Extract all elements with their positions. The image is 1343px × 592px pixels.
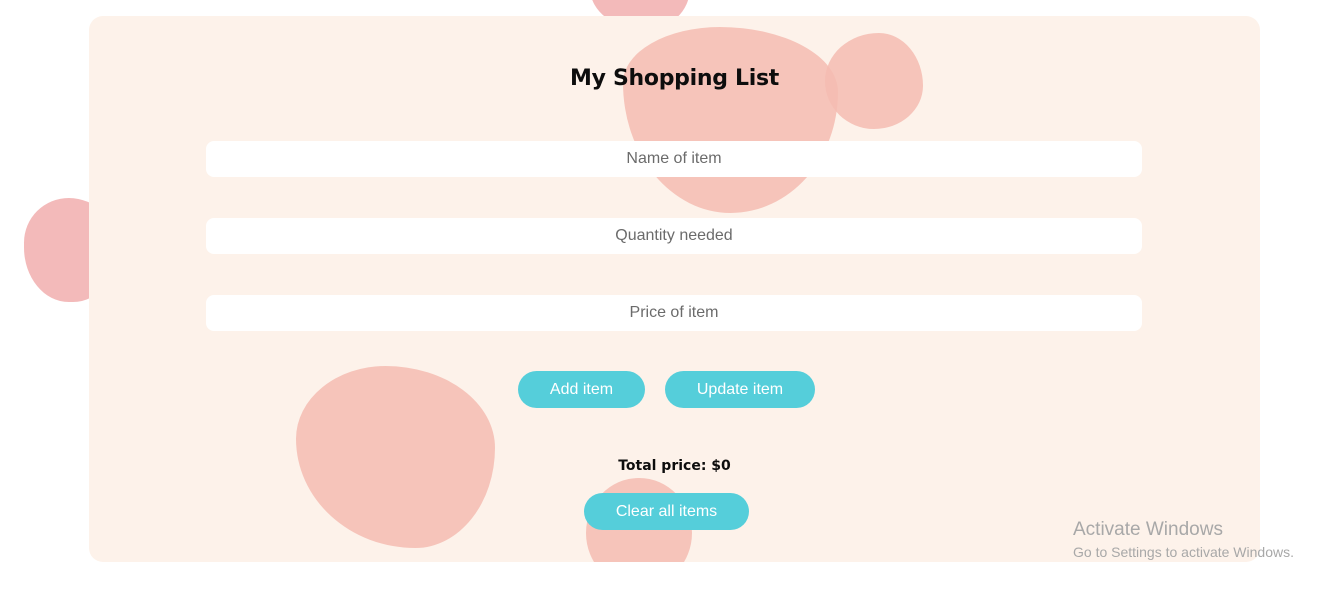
quantity-input[interactable]	[206, 218, 1142, 254]
watermark-title: Activate Windows	[1073, 519, 1223, 540]
windows-activation-watermark: Activate Windows Go to Settings to activ…	[1073, 519, 1294, 560]
shopping-list-card: My Shopping List Add item Update item To…	[89, 16, 1260, 562]
total-price-label: Total price: $0	[618, 458, 731, 474]
clear-all-items-button[interactable]: Clear all items	[584, 493, 749, 530]
watermark-subtitle: Go to Settings to activate Windows.	[1073, 544, 1294, 560]
update-item-button[interactable]: Update item	[665, 371, 815, 408]
price-input[interactable]	[206, 295, 1142, 331]
item-name-input[interactable]	[206, 141, 1142, 177]
page-title: My Shopping List	[570, 66, 779, 91]
decorative-blob-center	[623, 27, 838, 213]
decorative-blob-bottom-left	[296, 366, 495, 548]
page: My Shopping List Add item Update item To…	[0, 0, 1343, 592]
add-item-button[interactable]: Add item	[518, 371, 645, 408]
